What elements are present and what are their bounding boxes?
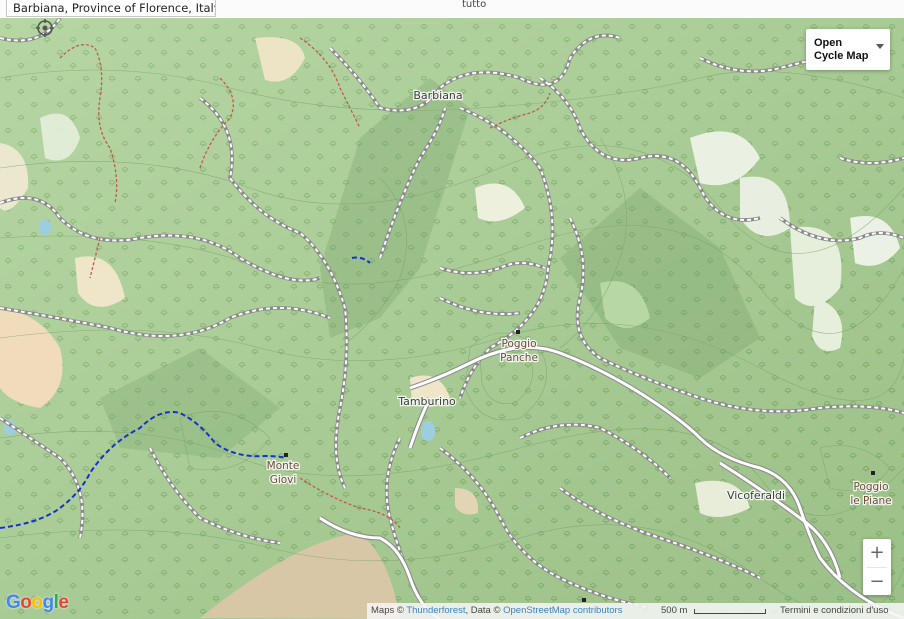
thunderforest-link[interactable]: Thunderforest	[406, 605, 465, 616]
osm-link[interactable]: OpenStreetMap contributors	[503, 605, 622, 616]
place-label-tamburino: Tamburino	[397, 395, 456, 408]
compass-icon[interactable]	[36, 19, 54, 37]
place-label-poggio-le-piane-1: Poggio	[853, 481, 888, 493]
map-canvas[interactable]: Barbiana Poggio Panche Tamburino Monte G…	[0, 18, 904, 619]
zoom-control: + −	[863, 539, 891, 595]
map-type-label: Open Cycle Map	[814, 37, 869, 62]
chevron-down-icon	[876, 44, 884, 49]
map-type-dropdown[interactable]: Open Cycle Map	[806, 29, 890, 70]
place-label-poggio-panche-2: Panche	[500, 352, 538, 364]
zoom-in-button[interactable]: +	[863, 539, 891, 567]
zoom-out-button[interactable]: −	[863, 568, 891, 596]
attribution-bar: Maps © Thunderforest, Data © OpenStreetM…	[367, 603, 904, 619]
terms-link[interactable]: Termini e condizioni d'uso	[780, 603, 888, 619]
top-link[interactable]: tutto	[462, 0, 486, 8]
place-label-monte-giovi-1: Monte	[267, 460, 300, 472]
place-label-monte-giovi-2: Giovi	[270, 474, 297, 486]
scale-bar	[694, 609, 766, 614]
place-label-poggio-panche-1: Poggio	[501, 338, 536, 350]
attribution-text: Maps © Thunderforest, Data © OpenStreetM…	[371, 605, 623, 616]
place-label-poggio-le-piane-2: le Piane	[850, 495, 891, 507]
google-logo[interactable]: Google	[6, 592, 69, 614]
forest-layer	[0, 18, 904, 619]
place-label-barbiana: Barbiana	[413, 89, 462, 102]
scale-label[interactable]: 500 m	[661, 603, 687, 619]
place-label-vicoferaldi: Vicoferaldi	[727, 489, 785, 502]
search-input[interactable]: Barbiana, Province of Florence, Italy	[6, 0, 216, 17]
